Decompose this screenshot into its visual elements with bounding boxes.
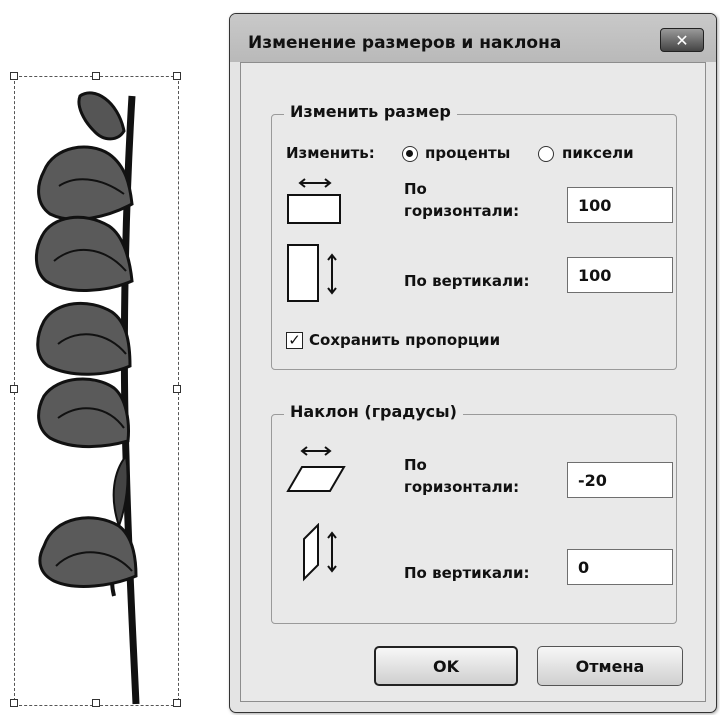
resize-vertical-icon (287, 244, 337, 302)
keep-ratio-label[interactable]: Сохранить пропорции (309, 330, 500, 350)
close-icon: ✕ (675, 30, 689, 50)
skew-vertical-label: По вертикали: (404, 564, 530, 582)
canvas-area[interactable] (0, 0, 228, 715)
dialog-title: Изменение размеров и наклона (248, 33, 562, 53)
skew-horizontal-input[interactable]: -20 (567, 462, 673, 498)
radio-pixels-label[interactable]: пиксели (562, 143, 634, 163)
checkmark-icon: ✓ (288, 331, 301, 349)
resize-handle-bottom-right[interactable] (173, 699, 181, 707)
skew-vertical-icon (303, 523, 337, 582)
keep-ratio-checkbox[interactable]: ✓ (286, 332, 303, 349)
resize-horizontal-label-line2: горизонтали: (404, 202, 520, 220)
resize-vertical-label: По вертикали: (404, 272, 530, 290)
resize-handle-top-center[interactable] (92, 72, 100, 80)
resize-horizontal-icon (287, 178, 341, 224)
resize-skew-dialog: Изменение размеров и наклона ✕ Изменить … (229, 13, 717, 713)
resize-group-title: Изменить размер (284, 102, 457, 121)
radio-pixels[interactable] (538, 146, 554, 162)
radio-percent[interactable] (402, 146, 418, 162)
resize-horizontal-label-line1: По (404, 180, 427, 198)
close-button[interactable]: ✕ (660, 28, 704, 52)
dialog-body: Изменить размер Изменить: проценты пиксе… (240, 62, 706, 702)
skew-horizontal-label-line1: По (404, 456, 427, 474)
resize-handle-middle-left[interactable] (10, 385, 18, 393)
resize-handle-top-right[interactable] (173, 72, 181, 80)
resize-handle-middle-right[interactable] (173, 385, 181, 393)
dialog-titlebar[interactable]: Изменение размеров и наклона ✕ (230, 14, 716, 62)
resize-handle-bottom-left[interactable] (10, 699, 18, 707)
resize-vertical-input[interactable]: 100 (567, 257, 673, 293)
ok-button[interactable]: OK (374, 646, 518, 686)
resize-handle-bottom-center[interactable] (92, 699, 100, 707)
skew-group: Наклон (градусы) По горизонтали: -20 По … (271, 402, 677, 624)
skew-horizontal-icon (286, 446, 346, 492)
resize-horizontal-input[interactable]: 100 (567, 187, 673, 223)
skew-vertical-input[interactable]: 0 (567, 549, 673, 585)
skew-group-title: Наклон (градусы) (284, 402, 463, 421)
cancel-button[interactable]: Отмена (537, 646, 683, 686)
resize-group: Изменить размер Изменить: проценты пиксе… (271, 102, 677, 370)
resize-by-label: Изменить: (286, 144, 375, 162)
resize-handle-top-left[interactable] (10, 72, 18, 80)
radio-percent-label[interactable]: проценты (425, 143, 510, 163)
skew-horizontal-label-line2: горизонтали: (404, 478, 520, 496)
selection-frame[interactable] (14, 76, 179, 706)
